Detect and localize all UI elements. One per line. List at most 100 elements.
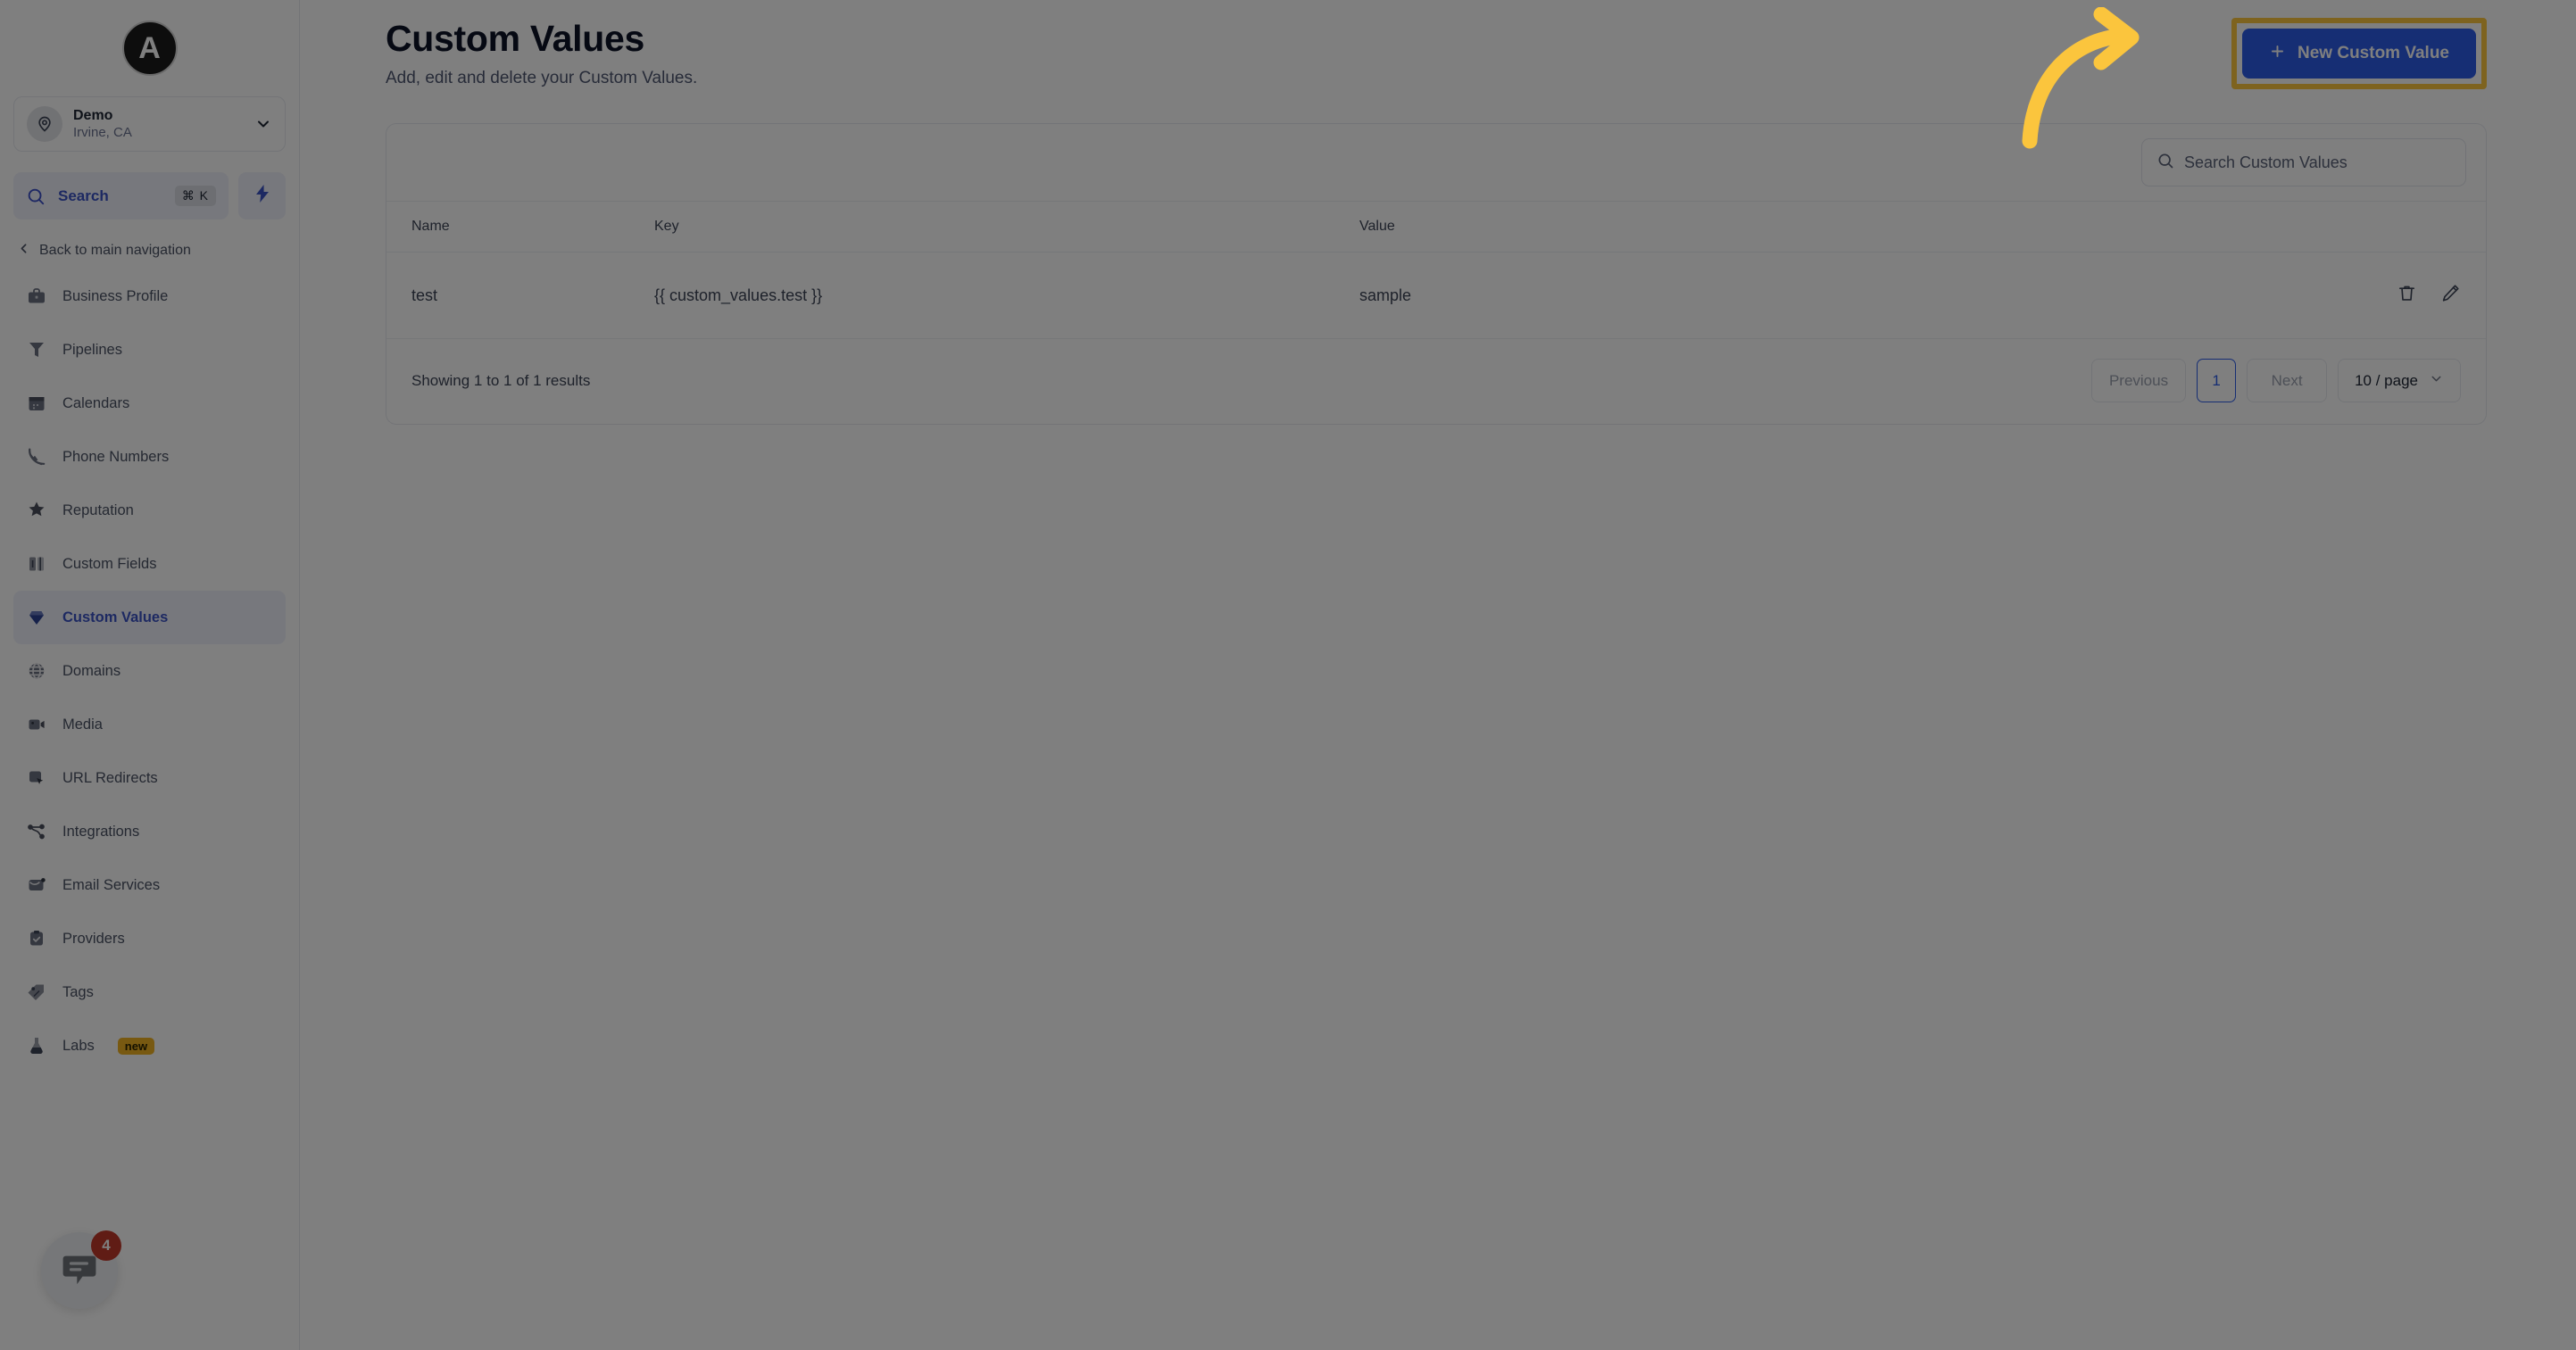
sidebar-item-label: Media	[62, 716, 103, 733]
page-size-select[interactable]: 10 / page	[2338, 359, 2461, 402]
sidebar-item-label: Domains	[62, 662, 121, 679]
chevron-down-icon	[2429, 371, 2444, 391]
envelope-icon	[25, 874, 48, 897]
page-title-block: Custom Values Add, edit and delete your …	[386, 18, 697, 88]
chat-widget-button[interactable]: 4	[41, 1230, 121, 1309]
logo-mark: A	[121, 21, 178, 76]
sidebar-item-tags[interactable]: Tags	[13, 965, 286, 1019]
search-button[interactable]: Search ⌘ K	[13, 172, 229, 219]
new-custom-value-button[interactable]: New Custom Value	[2242, 29, 2476, 79]
sidebar-item-integrations[interactable]: Integrations	[13, 805, 286, 858]
sidebar-item-label: Providers	[62, 930, 125, 947]
sidebar-item-url-redirects[interactable]: URL Redirects	[13, 751, 286, 805]
sidebar-item-custom-values[interactable]: Custom Values	[13, 591, 286, 644]
location-sub: Irvine, CA	[73, 124, 132, 140]
search-custom-values-field[interactable]	[2141, 138, 2466, 186]
column-header-actions	[2343, 201, 2486, 253]
cell-value: sample	[1359, 252, 2343, 339]
sidebar-item-label: Tags	[62, 983, 94, 1000]
tag-icon	[25, 981, 48, 1004]
page-number-1[interactable]: 1	[2197, 359, 2237, 402]
pencil-icon[interactable]	[2440, 283, 2461, 303]
sidebar-item-media[interactable]: Media	[13, 698, 286, 751]
sidebar-item-label: Custom Fields	[62, 555, 157, 572]
column-header-name[interactable]: Name	[386, 201, 654, 253]
sidebar-item-reputation[interactable]: Reputation	[13, 484, 286, 537]
column-header-key[interactable]: Key	[654, 201, 1359, 253]
clipboard-check-icon	[25, 927, 48, 950]
sidebar-item-label: Integrations	[62, 823, 140, 840]
nodes-icon	[25, 820, 48, 843]
cell-name: test	[386, 252, 654, 339]
funnel-icon	[25, 338, 48, 361]
sidebar-item-label: Business Profile	[62, 287, 169, 304]
search-input[interactable]	[2184, 153, 2451, 172]
quick-actions-button[interactable]	[238, 172, 286, 219]
sidebar-item-business-profile[interactable]: Business Profile	[13, 269, 286, 323]
calendar-icon	[25, 392, 48, 415]
chat-unread-badge: 4	[91, 1230, 121, 1261]
search-icon	[26, 186, 46, 206]
map-pin-icon	[27, 106, 62, 142]
chevron-left-icon	[16, 241, 31, 261]
results-summary: Showing 1 to 1 of 1 results	[411, 371, 591, 389]
column-header-value[interactable]: Value	[1359, 201, 2343, 253]
back-nav-label: Back to main navigation	[39, 243, 191, 258]
phone-icon	[25, 445, 48, 468]
page-size-label: 10 / page	[2355, 371, 2418, 389]
sidebar-item-label: Calendars	[62, 394, 130, 411]
sidebar-item-labs[interactable]: Labs new	[13, 1019, 286, 1073]
page-subtitle: Add, edit and delete your Custom Values.	[386, 69, 698, 87]
page-header: Custom Values Add, edit and delete your …	[386, 0, 2487, 89]
row-action-group	[2397, 283, 2461, 303]
trash-icon[interactable]	[2397, 283, 2417, 303]
sidebar-item-domains[interactable]: Domains	[13, 644, 286, 698]
custom-values-table: Name Key Value test {{ custom_values.tes…	[386, 201, 2486, 339]
plus-icon	[2269, 43, 2286, 65]
location-switcher[interactable]: Demo Irvine, CA	[13, 96, 286, 152]
sidebar-search-row: Search ⌘ K	[13, 172, 286, 219]
brand-logo[interactable]: A	[0, 0, 299, 96]
main-content: Custom Values Add, edit and delete your …	[300, 0, 2576, 1350]
chevron-down-icon[interactable]	[254, 115, 272, 133]
previous-page-button[interactable]: Previous	[2090, 359, 2187, 402]
flask-icon	[25, 1034, 48, 1057]
back-to-main-navigation[interactable]: Back to main navigation	[16, 241, 286, 261]
sidebar-item-email-services[interactable]: Email Services	[13, 858, 286, 912]
sidebar-item-providers[interactable]: Providers	[13, 912, 286, 965]
labs-new-badge: new	[117, 1037, 155, 1055]
next-page-button[interactable]: Next	[2247, 359, 2328, 402]
columns-icon	[25, 552, 48, 576]
sidebar-item-label: Reputation	[62, 501, 134, 518]
star-sparkle-icon	[25, 499, 48, 522]
sidebar-item-label: Phone Numbers	[62, 448, 170, 465]
sidebar-item-label: Labs	[62, 1037, 95, 1054]
search-shortcut: ⌘ K	[174, 186, 216, 206]
sidebar-item-label: Pipelines	[62, 341, 122, 358]
globe-icon	[25, 659, 48, 683]
sidebar-item-label: URL Redirects	[62, 769, 158, 786]
sidebar-item-label: Email Services	[62, 876, 161, 893]
sidebar-item-phone-numbers[interactable]: Phone Numbers	[13, 430, 286, 484]
new-custom-value-label: New Custom Value	[2298, 44, 2449, 62]
table-head: Name Key Value	[386, 201, 2486, 253]
new-custom-value-highlight: New Custom Value	[2231, 18, 2487, 89]
video-camera-icon	[25, 713, 48, 736]
search-label: Search	[58, 186, 109, 204]
gem-icon	[25, 606, 48, 629]
card-toolbar	[386, 124, 2486, 201]
table-row[interactable]: test {{ custom_values.test }} sample	[386, 252, 2486, 339]
sidebar: A Demo Irvine, CA Search ⌘ K Back to mai…	[0, 0, 300, 1350]
app-root: A Demo Irvine, CA Search ⌘ K Back to mai…	[0, 0, 2576, 1350]
sidebar-item-calendars[interactable]: Calendars	[13, 377, 286, 430]
cursor-click-icon	[25, 766, 48, 790]
sidebar-item-label: Custom Values	[62, 609, 169, 625]
sidebar-item-pipelines[interactable]: Pipelines	[13, 323, 286, 377]
page-title: Custom Values	[386, 18, 645, 59]
custom-values-card: Name Key Value test {{ custom_values.tes…	[386, 123, 2487, 425]
location-text: Demo Irvine, CA	[73, 107, 244, 142]
card-footer: Showing 1 to 1 of 1 results Previous 1 N…	[386, 339, 2486, 424]
briefcase-icon	[25, 285, 48, 308]
table-header-row: Name Key Value	[386, 201, 2486, 253]
sidebar-item-custom-fields[interactable]: Custom Fields	[13, 537, 286, 591]
